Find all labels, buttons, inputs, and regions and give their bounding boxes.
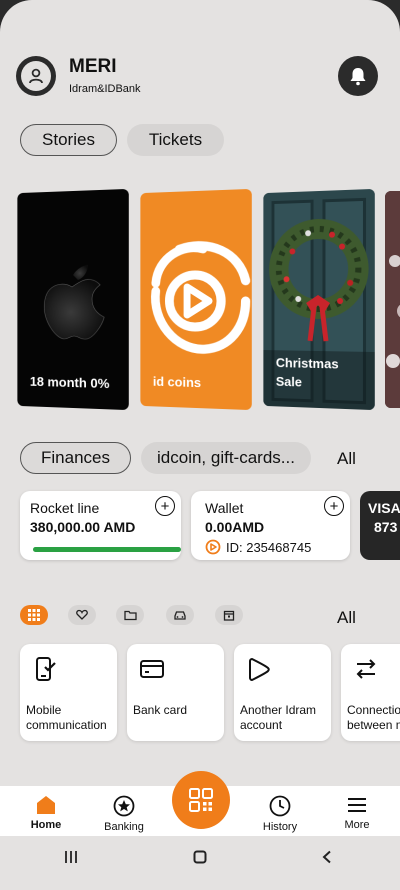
home-icon	[37, 796, 55, 814]
filter-calendar[interactable]	[215, 605, 243, 625]
card-title: VISA	[368, 500, 400, 516]
user-name: MERI	[69, 56, 117, 77]
tab-tickets-label: Tickets	[148, 130, 203, 149]
heart-icon	[76, 609, 88, 620]
card-amount: 0.00AMD	[205, 519, 265, 535]
car-icon	[174, 611, 186, 620]
profile-avatar[interactable]	[16, 56, 56, 96]
nav-label: History	[262, 821, 298, 833]
folder-icon	[123, 610, 137, 621]
visa-card[interactable]: VISA 873	[360, 491, 400, 560]
tab-stories[interactable]: Stories	[20, 124, 117, 156]
wallet-card[interactable]: Wallet 0.00AMD + ID: 235468745	[191, 491, 350, 560]
service-label: Mobile communication	[26, 703, 107, 733]
card-title: Wallet	[205, 500, 244, 516]
story-next-image	[385, 191, 400, 408]
service-mobile[interactable]: Mobile communication	[20, 644, 117, 741]
filter-car[interactable]	[166, 605, 194, 625]
back-icon[interactable]	[320, 850, 334, 864]
nav-banking[interactable]: Banking	[94, 795, 154, 833]
story-next[interactable]	[385, 191, 400, 408]
service-label-line1: Bank card	[133, 703, 188, 717]
story-label: 18 month 0%	[29, 373, 110, 392]
rocket-line-card[interactable]: Rocket line 380,000.00 AMD +	[20, 491, 181, 560]
nav-history[interactable]: History	[250, 795, 310, 833]
story-label: id coins	[152, 373, 202, 391]
filter-folder[interactable]	[116, 605, 144, 625]
nav-label: Banking	[104, 821, 144, 833]
service-bank-card[interactable]: Bank card	[127, 644, 224, 741]
tab-finances-label: Finances	[41, 448, 110, 467]
calendar-icon	[223, 610, 235, 621]
home-system-icon[interactable]	[193, 850, 207, 864]
nav-label: More	[344, 819, 370, 831]
service-label-line1: Connection	[347, 703, 400, 717]
story-idcoins[interactable]: id coins	[140, 188, 252, 411]
progress-fill	[33, 547, 181, 552]
service-another-idram[interactable]: Another Idram account	[234, 644, 331, 741]
service-connection[interactable]: Connectionbetween m	[341, 644, 400, 741]
mobile-icon	[36, 657, 56, 681]
story-apple[interactable]: 18 month 0%	[17, 188, 129, 411]
transfer-icon	[356, 659, 376, 679]
finances-all-link[interactable]: All	[337, 449, 356, 469]
card-title: Rocket line	[30, 500, 100, 516]
card-amount: 873	[374, 519, 398, 535]
filter-favorites[interactable]	[68, 605, 96, 625]
idram-logo-icon	[205, 539, 221, 555]
nav-more[interactable]: More	[327, 795, 387, 831]
user-icon	[21, 61, 51, 91]
card-icon	[140, 660, 164, 678]
service-label-line2: account	[240, 718, 283, 732]
filter-grid[interactable]	[20, 605, 48, 625]
star-icon	[113, 795, 135, 817]
story-label-line2: Sale	[275, 373, 302, 390]
recent-apps-icon[interactable]	[64, 850, 78, 864]
service-label-line2: between m	[347, 718, 400, 732]
play-icon	[249, 657, 270, 682]
tab-idcoin-giftcards[interactable]: idcoin, gift-cards...	[141, 442, 311, 474]
wallet-id: ID: 235468745	[205, 539, 311, 555]
service-label: Another Idram account	[240, 703, 316, 733]
tab-stories-label: Stories	[42, 130, 95, 149]
wallet-id-text: ID: 235468745	[226, 539, 312, 555]
tab-tickets[interactable]: Tickets	[127, 124, 224, 156]
qr-scan-button[interactable]	[172, 771, 230, 829]
device-frame-top	[0, 0, 400, 36]
qr-code-icon	[189, 788, 213, 812]
credit-progress-bar	[33, 547, 181, 552]
tab-idcoin-label: idcoin, gift-cards...	[157, 448, 295, 467]
grid-icon	[28, 609, 40, 621]
menu-icon	[348, 798, 366, 812]
service-label: Connectionbetween m	[347, 703, 400, 733]
card-amount: 380,000.00 AMD	[30, 519, 136, 535]
story-label-line1: Christmas	[275, 355, 339, 372]
nav-home[interactable]: Home	[16, 795, 76, 831]
service-label-line2: communication	[26, 718, 107, 732]
story-christmas[interactable]: Christmas Sale	[263, 188, 375, 411]
service-label-line1: Mobile	[26, 703, 62, 717]
add-icon[interactable]: +	[324, 496, 344, 516]
nav-label: Home	[30, 819, 62, 831]
services-all-link[interactable]: All	[337, 608, 356, 628]
service-label-line1: Another Idram	[240, 703, 317, 717]
add-icon[interactable]: +	[155, 496, 175, 516]
bell-icon	[350, 68, 366, 86]
service-label: Bank card	[133, 703, 187, 718]
notifications-button[interactable]	[338, 56, 378, 96]
user-subtitle: Idram&IDBank	[69, 83, 141, 95]
tab-finances[interactable]: Finances	[20, 442, 131, 474]
story-label: Christmas Sale	[276, 353, 339, 392]
clock-icon	[269, 795, 291, 817]
